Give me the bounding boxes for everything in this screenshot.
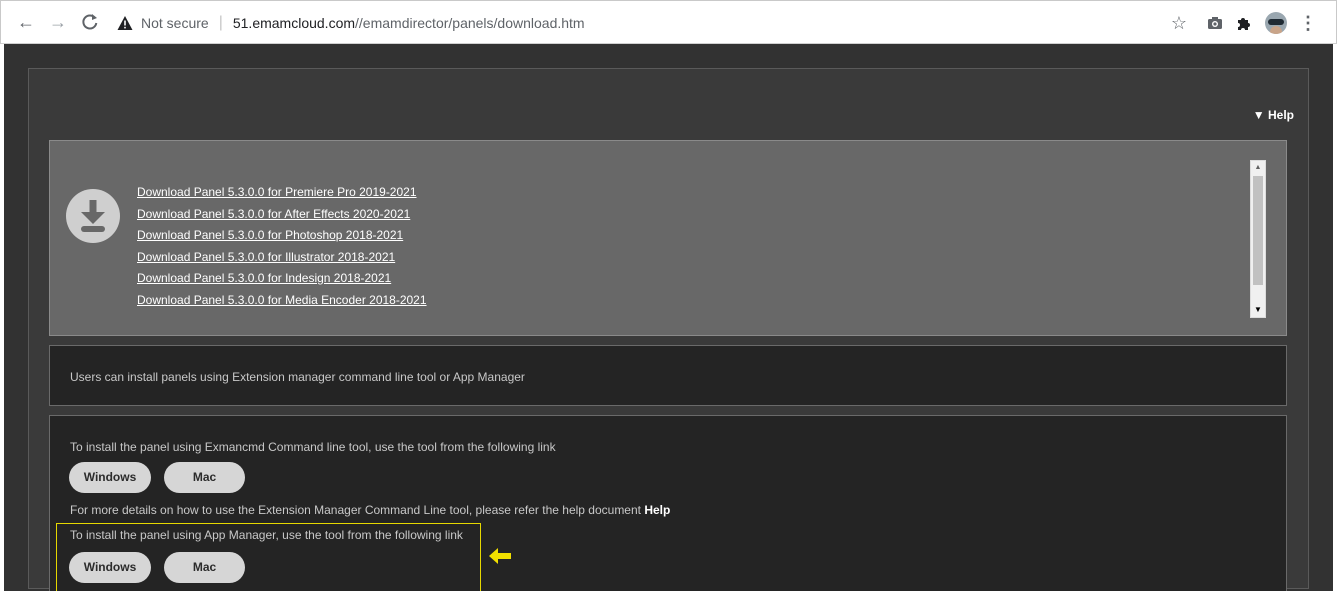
download-icon bbox=[66, 189, 120, 243]
back-arrow-icon[interactable]: ← bbox=[15, 11, 37, 33]
security-label: Not secure bbox=[141, 15, 209, 31]
forward-arrow-icon[interactable]: → bbox=[47, 11, 69, 33]
exman-mac-button[interactable]: Mac bbox=[164, 462, 245, 493]
url-host: 51.emamcloud.com bbox=[232, 15, 356, 31]
divider: | bbox=[218, 14, 223, 31]
puzzle-icon[interactable] bbox=[1233, 12, 1255, 34]
exman-windows-button[interactable]: Windows bbox=[69, 462, 151, 493]
url-path: //emamdirector/panels/download.htm bbox=[355, 15, 585, 31]
menu-dots-icon[interactable]: ⋮ bbox=[1297, 12, 1319, 34]
scroll-up-icon[interactable]: ▲ bbox=[1251, 161, 1265, 175]
browser-toolbar: ← → Not secure | 51.emamcloud.com//emamd… bbox=[0, 0, 1337, 44]
page-body: ▼ Help Download Panel 5.3.0.0 for Premie… bbox=[4, 44, 1333, 591]
scrollbar[interactable]: ▲ ▼ bbox=[1250, 160, 1266, 318]
download-link-premiere[interactable]: Download Panel 5.3.0.0 for Premiere Pro … bbox=[137, 182, 427, 204]
address-bar[interactable]: Not secure | 51.emamcloud.com//emamdirec… bbox=[117, 12, 585, 34]
app-windows-button[interactable]: Windows bbox=[69, 552, 151, 583]
warning-icon bbox=[117, 16, 133, 30]
downloads-section: Download Panel 5.3.0.0 for Premiere Pro … bbox=[49, 140, 1287, 336]
app-mac-button[interactable]: Mac bbox=[164, 552, 245, 583]
scroll-down-icon[interactable]: ▼ bbox=[1251, 303, 1265, 317]
camera-icon[interactable] bbox=[1204, 12, 1226, 34]
avatar-image bbox=[1265, 12, 1287, 34]
download-link-photoshop[interactable]: Download Panel 5.3.0.0 for Photoshop 201… bbox=[137, 225, 427, 247]
details-text: For more details on how to use the Exten… bbox=[70, 503, 670, 517]
profile-avatar[interactable] bbox=[1265, 12, 1287, 34]
download-link-illustrator[interactable]: Download Panel 5.3.0.0 for Illustrator 2… bbox=[137, 247, 427, 269]
reload-icon[interactable] bbox=[79, 11, 101, 33]
scroll-thumb[interactable] bbox=[1253, 176, 1263, 285]
star-icon[interactable]: ☆ bbox=[1168, 12, 1190, 34]
exman-instruction: To install the panel using Exmancmd Comm… bbox=[70, 440, 556, 454]
arrow-pointer-icon bbox=[489, 548, 511, 564]
panel-container: ▼ Help Download Panel 5.3.0.0 for Premie… bbox=[28, 68, 1309, 591]
info-text: Users can install panels using Extension… bbox=[70, 370, 525, 384]
url-text: 51.emamcloud.com//emamdirector/panels/do… bbox=[233, 15, 585, 31]
help-toggle[interactable]: ▼ Help bbox=[1253, 108, 1294, 122]
install-section: To install the panel using Exmancmd Comm… bbox=[49, 415, 1287, 591]
help-link[interactable]: Help bbox=[644, 503, 670, 517]
download-link-indesign[interactable]: Download Panel 5.3.0.0 for Indesign 2018… bbox=[137, 268, 427, 290]
details-instruction: For more details on how to use the Exten… bbox=[70, 503, 641, 517]
info-section: Users can install panels using Extension… bbox=[49, 345, 1287, 406]
download-link-after-effects[interactable]: Download Panel 5.3.0.0 for After Effects… bbox=[137, 204, 427, 226]
download-link-media-encoder[interactable]: Download Panel 5.3.0.0 for Media Encoder… bbox=[137, 290, 427, 312]
app-manager-instruction: To install the panel using App Manager, … bbox=[70, 528, 463, 542]
download-links: Download Panel 5.3.0.0 for Premiere Pro … bbox=[137, 182, 427, 311]
